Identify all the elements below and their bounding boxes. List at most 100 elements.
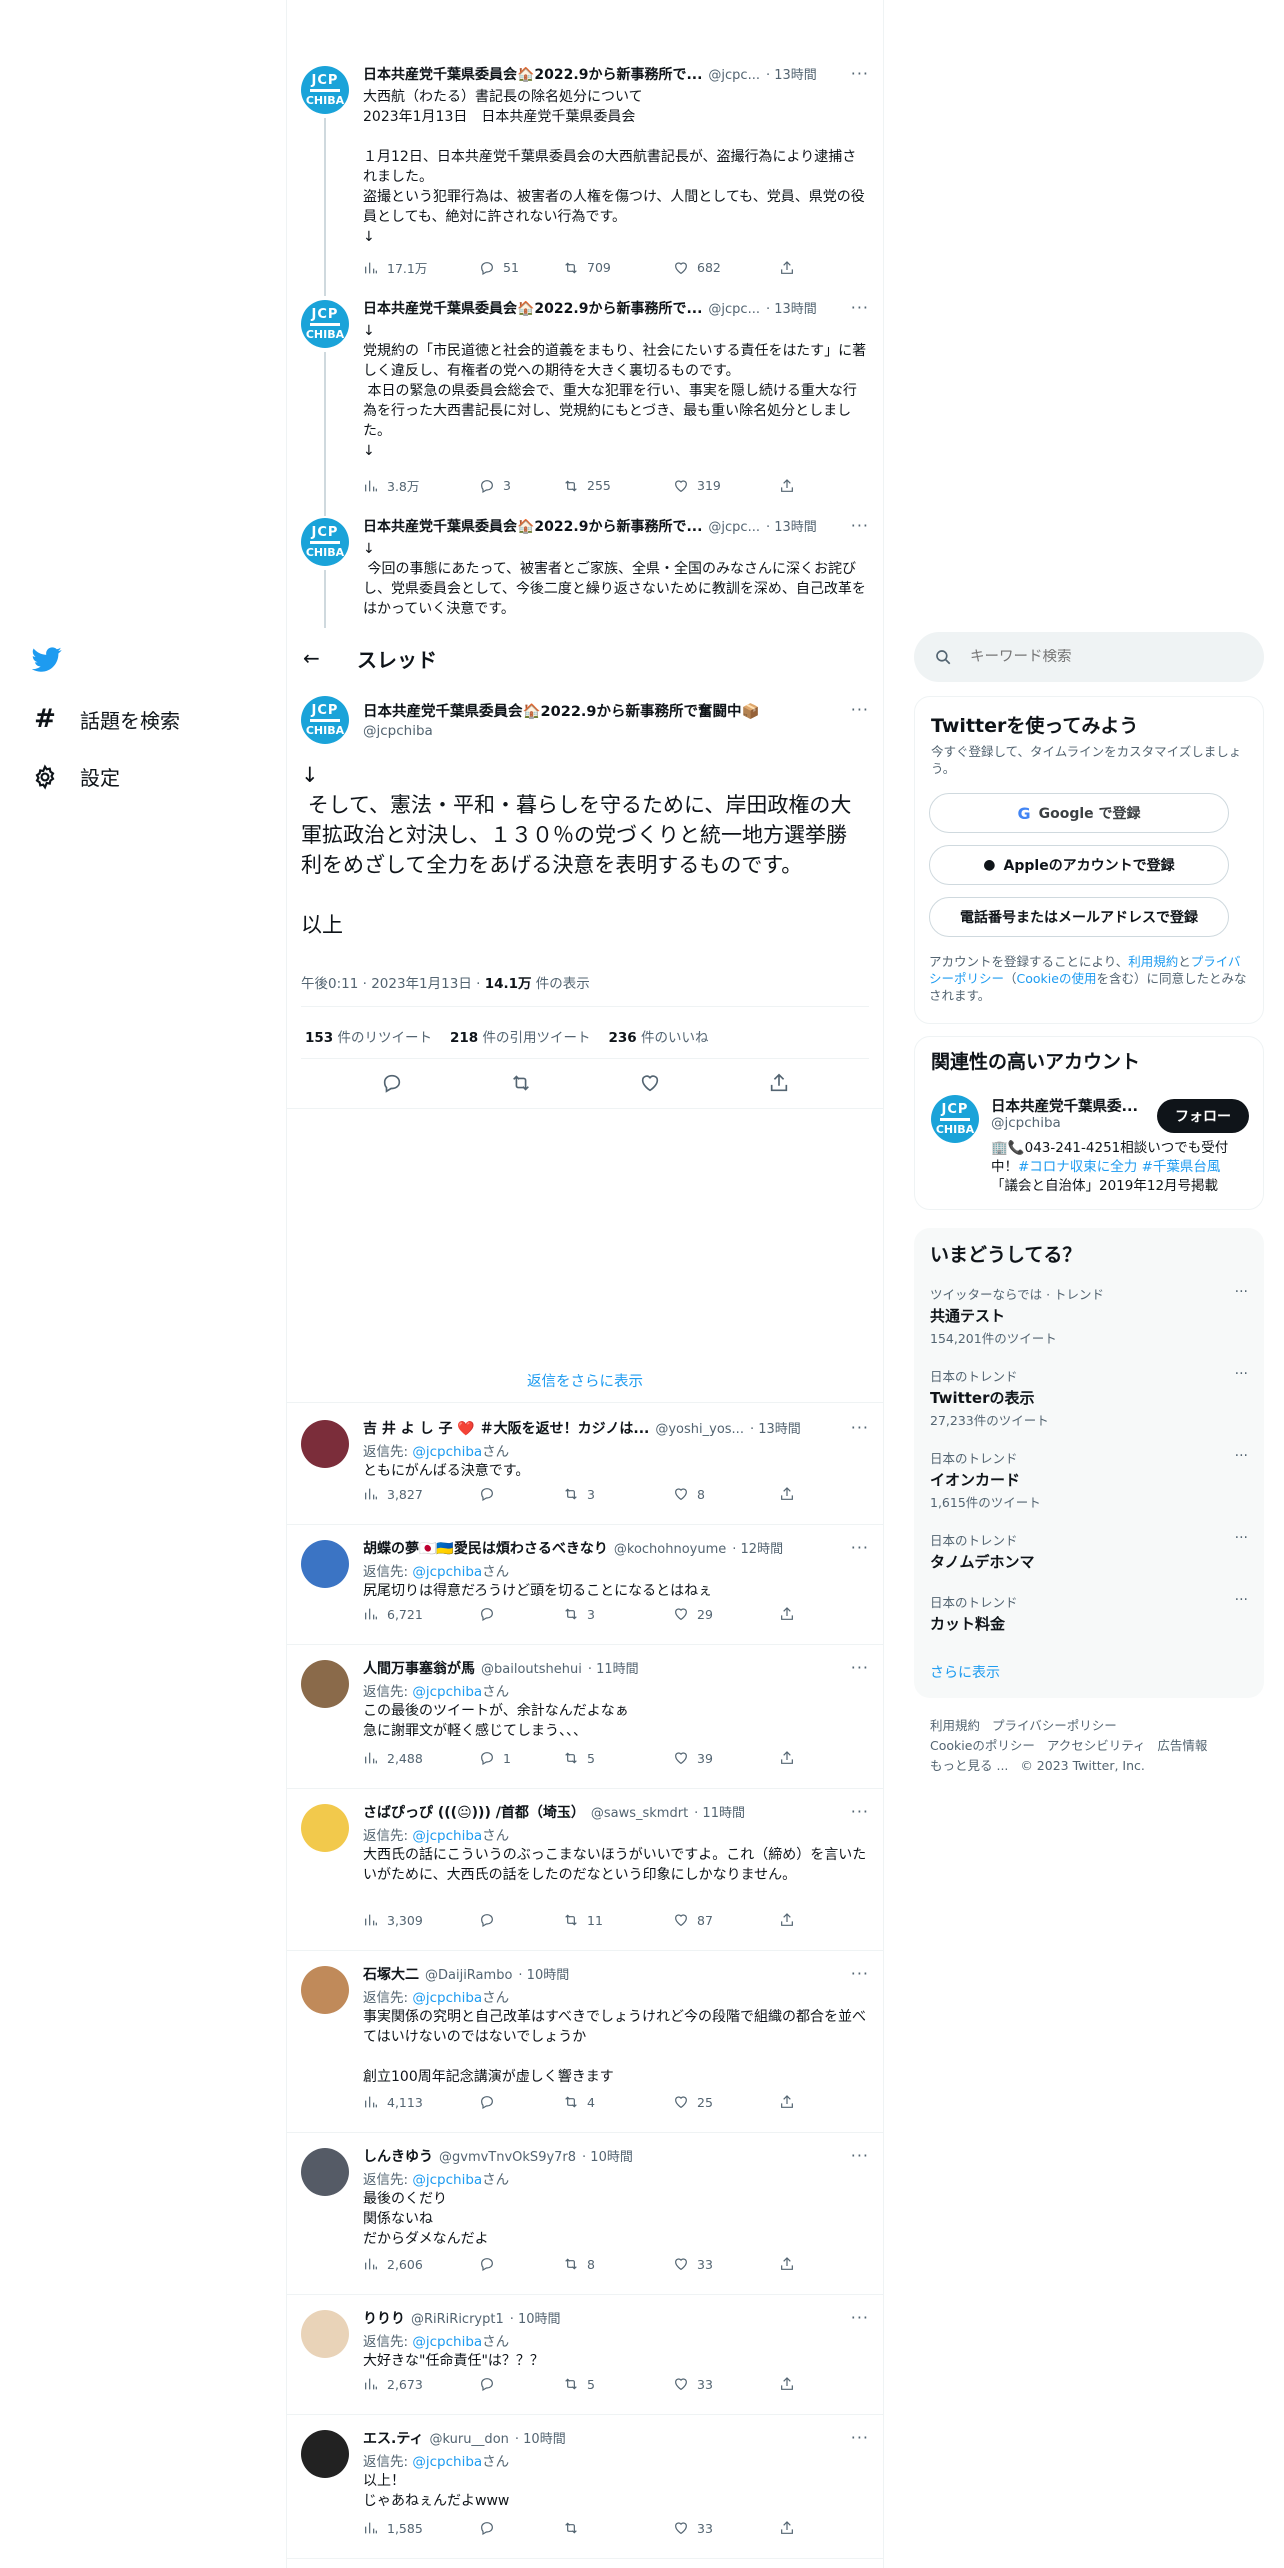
tweet-time[interactable]: · 13時間 (766, 298, 817, 317)
trend-item[interactable]: 日本のトレンド カット料金 ··· (930, 1592, 1248, 1636)
retweet-button[interactable]: 709 (563, 258, 673, 277)
share-button[interactable] (779, 2094, 795, 2110)
apple-signup-button[interactable]: ● Appleのアカウントで登録 (929, 845, 1229, 885)
avatar[interactable] (301, 2430, 349, 2478)
tweet-time[interactable]: · 11時間 (588, 1658, 639, 1677)
avatar[interactable] (301, 2310, 349, 2358)
reply-tweet[interactable]: ··· しんきゆう @gvmvTnvOkS9y7r8 · 10時間 返信先: @jc… (287, 2134, 883, 2295)
like-button[interactable]: 33 (673, 2520, 779, 2536)
like-button[interactable]: 8 (673, 1486, 779, 1502)
thread-tweet[interactable]: JCP CHIBA ··· 日本共産党千葉県委員会🏠2022.9から新事務所で..… (287, 514, 883, 628)
heart-icon[interactable] (639, 1072, 661, 1094)
tweet-author[interactable]: 日本共産党千葉県委員会🏠2022.9から新事務所で... (363, 516, 702, 536)
more-icon[interactable]: ··· (1235, 1284, 1248, 1300)
like-button[interactable]: 39 (673, 1750, 779, 1766)
more-icon[interactable]: ··· (1235, 1592, 1248, 1608)
views-button[interactable]: 1,585 (363, 2520, 479, 2536)
reply-tweet[interactable]: ··· 吉 井 よ し 子 ❤️ ＃大阪を返せ！カジノは... @yoshi_yo… (287, 1406, 883, 1525)
views-button[interactable]: 6,721 (363, 1606, 479, 1622)
avatar[interactable]: JCP CHIBA (301, 66, 349, 114)
retweet-button[interactable]: 5 (563, 2376, 673, 2392)
retweet-button[interactable]: 11 (563, 1912, 673, 1928)
views-button[interactable]: 3.8万 (363, 476, 479, 495)
tweet-author[interactable]: エス.ティ (363, 2428, 423, 2448)
trend-item[interactable]: 日本のトレンド タノムデホンマ ··· (930, 1530, 1248, 1574)
reply-button[interactable]: 51 (479, 258, 563, 277)
mention-link[interactable]: @jcpchiba (412, 1444, 482, 1460)
tweet-handle[interactable]: @kuru__don (429, 2432, 508, 2447)
views-button[interactable]: 4,113 (363, 2094, 479, 2110)
tweet-author[interactable]: 吉 井 よ し 子 ❤️ ＃大阪を返せ！カジノは... (363, 1418, 649, 1438)
tweet-handle[interactable]: @saws_skmdrt (591, 1806, 688, 1821)
retweet-button[interactable] (563, 2520, 673, 2536)
hashtag-link[interactable]: #コロナ収束に全力 (1018, 1159, 1137, 1175)
views-button[interactable]: 2,488 (363, 1750, 479, 1766)
more-icon[interactable]: ··· (1235, 1448, 1248, 1464)
avatar[interactable]: JCP CHIBA (301, 696, 349, 744)
tweet-handle[interactable]: @jcpchiba (363, 723, 760, 739)
tweet-author[interactable]: しんきゆう (363, 2146, 433, 2166)
search-input[interactable] (970, 649, 1230, 665)
reply-button[interactable] (479, 1606, 563, 1622)
retweet-button[interactable]: 3 (563, 1486, 673, 1502)
reply-button[interactable] (479, 2520, 563, 2536)
retweet-button[interactable]: 3 (563, 1606, 673, 1622)
cookie-link[interactable]: Cookieの使用 (1017, 971, 1097, 986)
quote-tweets-count[interactable]: 218 件の引用ツイート (450, 1026, 590, 1046)
retweet-button[interactable]: 4 (563, 2094, 673, 2110)
avatar[interactable]: JCP CHIBA (301, 518, 349, 566)
retweet-icon[interactable] (510, 1072, 532, 1094)
like-button[interactable]: 87 (673, 1912, 779, 1928)
mention-link[interactable]: @jcpchiba (412, 2334, 482, 2350)
views-button[interactable]: 17.1万 (363, 258, 479, 277)
tweet-author[interactable]: 人間万事塞翁が馬 (363, 1658, 475, 1678)
trend-item[interactable]: ツイッターならでは · トレンド 共通テスト 154,201件のツイート ··· (930, 1284, 1248, 1347)
share-icon[interactable] (768, 1072, 790, 1094)
retweet-button[interactable]: 5 (563, 1750, 673, 1766)
mention-link[interactable]: @jcpchiba (412, 1828, 482, 1844)
reply-tweet[interactable]: ··· 人間万事塞翁が馬 @bailoutshehui · 11時間 返信先: @j… (287, 1646, 883, 1789)
mention-link[interactable]: @jcpchiba (412, 1684, 482, 1700)
reply-button[interactable] (479, 2094, 563, 2110)
tweet-author[interactable]: 日本共産党千葉県委員会🏠2022.9から新事務所で... (363, 298, 702, 318)
tweet-author[interactable]: りりり (363, 2308, 405, 2328)
more-icon[interactable]: ··· (1235, 1366, 1248, 1382)
reply-button[interactable] (479, 2256, 563, 2272)
trend-item[interactable]: 日本のトレンド イオンカード 1,615件のツイート ··· (930, 1448, 1248, 1511)
views-button[interactable]: 3,827 (363, 1486, 479, 1502)
show-more-replies-link[interactable]: 返信をさらに表示 (287, 1370, 883, 1391)
reply-tweet[interactable]: ··· さばぴっぴ (((😐))) /首都（埼玉） @saws_skmdrt · 1… (287, 1790, 883, 1951)
tweet-author[interactable]: 日本共産党千葉県委員会🏠2022.9から新事務所で... (363, 64, 702, 84)
tweet-author[interactable]: さばぴっぴ (((😐))) /首都（埼玉） (363, 1802, 585, 1822)
tweet-author[interactable]: 石塚大二 (363, 1964, 419, 1984)
thread-tweet[interactable]: JCP CHIBA ··· 日本共産党千葉県委員会🏠2022.9から新事務所で..… (287, 296, 883, 516)
like-button[interactable]: 29 (673, 1606, 779, 1622)
tweet-time[interactable]: · 12時間 (732, 1538, 783, 1557)
footer-ads[interactable]: 広告情報 (1157, 1738, 1207, 1753)
share-button[interactable] (779, 2376, 795, 2392)
reply-tweet[interactable]: ··· エス.ティ @kuru__don · 10時間 返信先: @jcpchiba… (287, 2416, 883, 2559)
share-button[interactable] (779, 2520, 795, 2536)
trends-show-more[interactable]: さらに表示 (930, 1662, 1000, 1682)
tweet-author[interactable]: 日本共産党千葉県委員会🏠2022.9から新事務所で奮闘中📦 (363, 700, 760, 721)
tweet-handle[interactable]: @DaijiRambo (425, 1968, 512, 1983)
tweet-handle[interactable]: @RiRiRicrypt1 (411, 2312, 504, 2327)
footer-more[interactable]: もっと見る ... (930, 1758, 1008, 1773)
thread-tweet[interactable]: JCP CHIBA ··· 日本共産党千葉県委員会🏠2022.9から新事務所で..… (287, 62, 883, 296)
footer-privacy[interactable]: プライバシーポリシー (992, 1718, 1117, 1733)
follow-button[interactable]: フォロー (1157, 1099, 1249, 1133)
tweet-author[interactable]: 胡蝶の夢🇯🇵🇺🇦愛民は煩わさるべきなり (363, 1538, 608, 1558)
tweet-handle[interactable]: @jcpc... (708, 520, 760, 535)
reply-button[interactable] (479, 1912, 563, 1928)
retweet-button[interactable]: 255 (563, 476, 673, 495)
views-button[interactable]: 2,606 (363, 2256, 479, 2272)
twitter-logo-icon[interactable] (31, 644, 62, 674)
footer-terms[interactable]: 利用規約 (930, 1718, 980, 1733)
tweet-time[interactable]: · 10時間 (582, 2146, 633, 2165)
nav-settings[interactable]: 設定 (32, 762, 120, 791)
share-button[interactable] (779, 258, 795, 277)
share-button[interactable] (779, 1486, 795, 1502)
reply-button[interactable] (479, 2376, 563, 2392)
reply-button[interactable] (479, 1486, 563, 1502)
reply-tweet[interactable]: ··· 石塚大二 @DaijiRambo · 10時間 返信先: @jcpchiba… (287, 1952, 883, 2133)
